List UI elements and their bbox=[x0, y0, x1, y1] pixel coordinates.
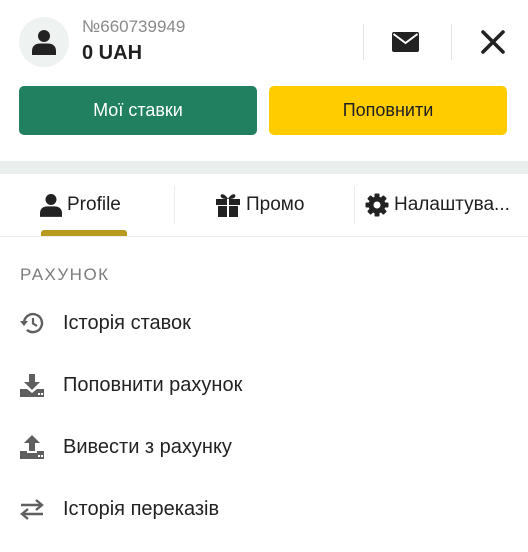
tab-label: Profile bbox=[67, 194, 121, 215]
close-button[interactable] bbox=[470, 20, 516, 64]
menu-item-label: Поповнити рахунок bbox=[63, 373, 243, 396]
messages-button[interactable] bbox=[382, 24, 428, 60]
tab-label: Налаштува... bbox=[394, 194, 510, 215]
history-icon bbox=[20, 312, 44, 334]
menu-item-label: Історія переказів bbox=[63, 497, 220, 520]
user-icon bbox=[32, 30, 56, 55]
download-icon-wrap bbox=[18, 371, 46, 399]
menu-item-transfer-history[interactable]: Історія переказів bbox=[0, 478, 528, 540]
menu-item-deposit[interactable]: Поповнити рахунок bbox=[0, 354, 528, 416]
transfer-arrows-icon bbox=[20, 499, 44, 520]
envelope-icon bbox=[391, 32, 419, 52]
menu-item-withdraw[interactable]: Вивести з рахунку bbox=[0, 416, 528, 478]
download-icon bbox=[20, 374, 44, 397]
upload-icon bbox=[20, 435, 44, 459]
history-icon-wrap bbox=[18, 309, 46, 337]
close-icon bbox=[481, 30, 505, 54]
active-tab-indicator bbox=[41, 230, 127, 236]
balance-amount: 0 UAH bbox=[82, 42, 143, 64]
my-bets-button[interactable]: Мої ставки bbox=[19, 86, 257, 135]
account-number: №660739949 bbox=[82, 17, 186, 36]
tab-promo[interactable]: Промо bbox=[215, 174, 345, 236]
header-divider bbox=[363, 24, 364, 60]
header-divider bbox=[451, 24, 452, 60]
account-panel: №660739949 0 UAH Мої ставки Поповнити Pr… bbox=[0, 0, 528, 552]
account-header: №660739949 0 UAH bbox=[0, 0, 528, 86]
tab-settings[interactable]: Налаштува... bbox=[365, 174, 523, 236]
section-title: РАХУНОК bbox=[20, 265, 110, 284]
gift-icon bbox=[216, 194, 240, 217]
tab-divider bbox=[174, 186, 175, 224]
menu-item-label: Вивести з рахунку bbox=[63, 435, 232, 458]
tab-label: Промо bbox=[246, 194, 305, 215]
user-icon bbox=[40, 194, 62, 217]
tab-profile[interactable]: Profile bbox=[40, 174, 170, 236]
menu-item-label: Історія ставок bbox=[63, 311, 191, 334]
top-up-button[interactable]: Поповнити bbox=[269, 86, 507, 135]
avatar bbox=[19, 17, 69, 67]
gear-icon bbox=[365, 193, 389, 217]
menu-item-bet-history[interactable]: Історія ставок bbox=[0, 292, 528, 354]
separator-band bbox=[0, 161, 528, 174]
transfer-icon-wrap bbox=[18, 495, 46, 523]
tab-divider bbox=[354, 186, 355, 224]
profile-tabs: Profile Промо Налаштува... bbox=[0, 174, 528, 237]
upload-icon-wrap bbox=[18, 433, 46, 461]
